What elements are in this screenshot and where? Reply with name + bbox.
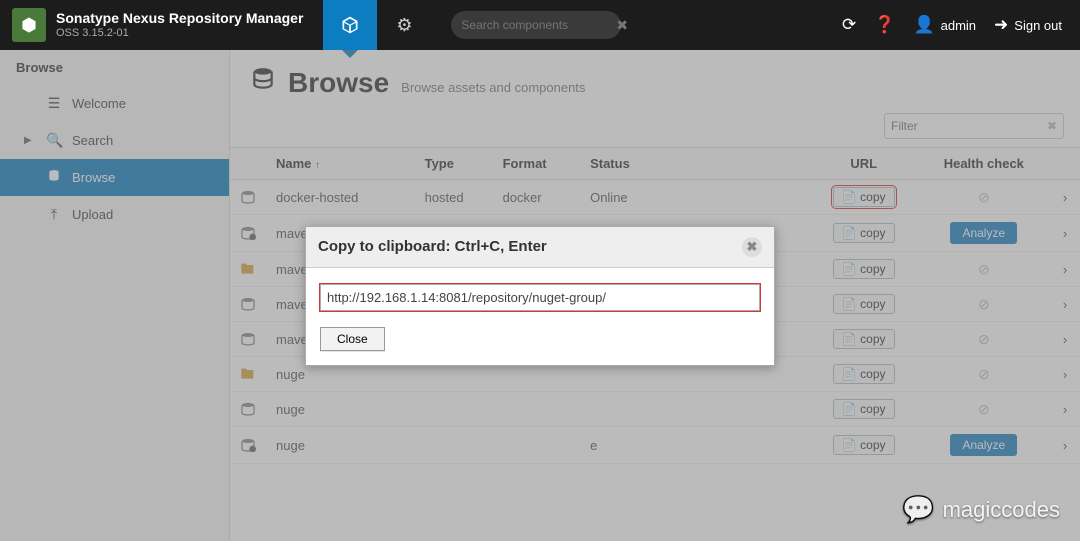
search-input[interactable] <box>461 18 616 32</box>
wechat-icon: 💬 <box>902 494 934 525</box>
signout-link[interactable]: ➜ Sign out <box>994 15 1062 35</box>
modal-title: Copy to clipboard: Ctrl+C, Enter <box>318 238 547 255</box>
modal-close-icon[interactable]: ✖ <box>742 237 762 257</box>
header-right: ⟳ ❓ 👤 admin ➜ Sign out <box>824 15 1080 35</box>
search-box[interactable]: ✖ <box>451 11 621 39</box>
user-menu[interactable]: 👤 admin <box>913 15 976 35</box>
help-icon[interactable]: ❓ <box>874 15 895 35</box>
copy-modal: Copy to clipboard: Ctrl+C, Enter ✖ Close <box>305 226 775 366</box>
app-header: ⬢ Sonatype Nexus Repository Manager OSS … <box>0 0 1080 50</box>
logo-icon: ⬢ <box>12 8 46 42</box>
modal-url-input[interactable] <box>320 284 760 311</box>
watermark: 💬 magiccodes <box>902 494 1060 525</box>
nav-settings-icon[interactable]: ⚙ <box>377 0 431 50</box>
app-version: OSS 3.15.2-01 <box>56 27 303 40</box>
signout-icon: ➜ <box>994 15 1008 35</box>
refresh-icon[interactable]: ⟳ <box>842 15 856 35</box>
signout-label: Sign out <box>1014 18 1062 33</box>
nav-cube-icon[interactable] <box>323 0 377 50</box>
modal-overlay[interactable]: Copy to clipboard: Ctrl+C, Enter ✖ Close <box>0 50 1080 541</box>
search-clear-icon[interactable]: ✖ <box>616 17 628 34</box>
user-icon: 👤 <box>913 15 934 35</box>
modal-close-button[interactable]: Close <box>320 327 385 351</box>
logo-area: ⬢ Sonatype Nexus Repository Manager OSS … <box>0 0 315 50</box>
header-nav: ⚙ <box>323 0 431 50</box>
user-name: admin <box>941 18 976 33</box>
app-title: Sonatype Nexus Repository Manager <box>56 10 303 27</box>
